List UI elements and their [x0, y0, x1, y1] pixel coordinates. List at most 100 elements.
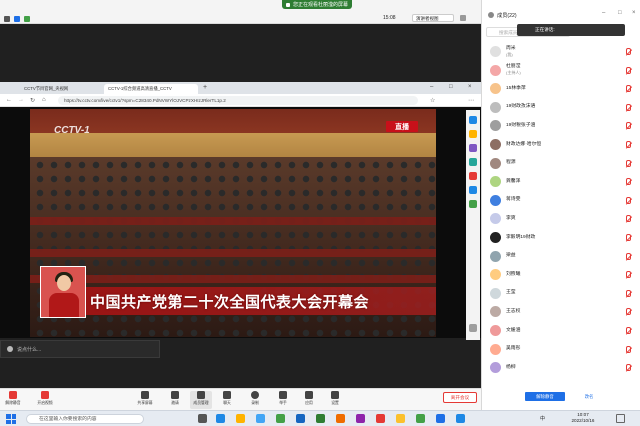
new-tab-button[interactable]: + — [203, 84, 207, 91]
back-icon[interactable]: ← — [6, 97, 12, 103]
member-row[interactable]: 王志权 — [482, 302, 640, 321]
panel-close-icon[interactable]: × — [632, 10, 636, 16]
panel-popout-icon[interactable]: □ — [618, 10, 622, 16]
file-explorer-icon[interactable] — [236, 414, 245, 423]
url-input[interactable]: https://tv.cctv.com/live/cctv1/?spm=C283… — [58, 96, 418, 105]
muted-microphone-icon[interactable] — [626, 308, 631, 316]
minimize-icon[interactable]: – — [430, 84, 433, 90]
notification-icon[interactable] — [616, 414, 625, 423]
start-video-button[interactable]: 开启视频 — [34, 391, 56, 409]
taskbar-clock[interactable]: 10:07 2022/10/16 — [564, 412, 602, 424]
favorites-icon[interactable]: ☆ — [430, 97, 435, 104]
member-row[interactable]: 王莹 — [482, 284, 640, 303]
muted-microphone-icon[interactable] — [626, 271, 631, 279]
invite-button[interactable]: 邀请 — [164, 391, 186, 409]
tab-cctv-home[interactable]: CCTV节目官网_央视网 — [20, 84, 100, 94]
powerpoint-icon[interactable] — [336, 414, 345, 423]
fullscreen-icon[interactable] — [460, 15, 466, 21]
search-icon[interactable] — [469, 116, 477, 124]
leave-meeting-button[interactable]: 离开会议 — [443, 392, 477, 403]
view-mode-button[interactable]: 演讲者视图 — [412, 14, 454, 22]
add-icon[interactable] — [469, 200, 477, 208]
chrome-icon[interactable] — [416, 414, 425, 423]
member-row[interactable]: 15林季萍 — [482, 79, 640, 98]
live-video-frame[interactable]: CCTV-1 直播 中国共产党第二十次全国代表大会开幕会 — [30, 109, 436, 337]
members-button[interactable]: 成员管理 — [190, 391, 212, 409]
chat-button[interactable]: 聊天 — [216, 391, 238, 409]
muted-microphone-icon[interactable] — [626, 215, 631, 223]
office-icon[interactable] — [469, 172, 477, 180]
apps-button[interactable]: 应用 — [298, 391, 320, 409]
settings-button[interactable]: 设置 — [324, 391, 346, 409]
tools-icon[interactable] — [469, 144, 477, 152]
word-icon[interactable] — [296, 414, 305, 423]
share-screen-button[interactable]: 共享屏幕 — [134, 391, 156, 409]
panel-minimize-icon[interactable]: – — [602, 10, 605, 16]
excel-icon[interactable] — [316, 414, 325, 423]
app-icon[interactable] — [456, 414, 465, 423]
muted-microphone-icon[interactable] — [626, 122, 631, 130]
member-row[interactable]: 19财政孜沫语 — [482, 98, 640, 117]
muted-microphone-icon[interactable] — [626, 196, 631, 204]
forward-icon[interactable]: → — [18, 97, 24, 103]
refresh-icon[interactable]: ↻ — [30, 97, 35, 104]
member-row[interactable]: 李爽 — [482, 209, 640, 228]
member-name: 蒋诗雯 — [506, 197, 521, 203]
store-icon[interactable] — [256, 414, 265, 423]
tab-cctv1-live[interactable]: CCTV-1综合频道高清直播_CCTV — [104, 84, 198, 94]
muted-microphone-icon[interactable] — [626, 364, 631, 372]
info-icon[interactable] — [14, 16, 20, 22]
member-row[interactable]: 杜丽滢 (主持人) — [482, 61, 640, 80]
member-row[interactable]: 李毅明19财政 — [482, 228, 640, 247]
wechat-icon[interactable] — [276, 414, 285, 423]
start-button[interactable] — [6, 414, 16, 424]
app-icon[interactable] — [376, 414, 385, 423]
member-row[interactable]: 周米 (我) — [482, 42, 640, 61]
games-icon[interactable] — [469, 158, 477, 166]
edge-icon[interactable] — [216, 414, 225, 423]
member-row[interactable]: 刘煦曦 — [482, 265, 640, 284]
member-row[interactable]: 蒋诗雯 — [482, 191, 640, 210]
muted-microphone-icon[interactable] — [626, 289, 631, 297]
member-row[interactable]: 杨柳 — [482, 358, 640, 377]
ime-indicator[interactable]: 中 — [540, 415, 545, 422]
app-icon[interactable] — [356, 414, 365, 423]
member-row[interactable]: 程源 — [482, 154, 640, 173]
muted-microphone-icon[interactable] — [626, 327, 631, 334]
app-icon[interactable] — [396, 414, 405, 423]
menu-icon[interactable]: ⋯ — [468, 97, 474, 104]
raise-hand-button[interactable]: 举手 — [272, 391, 294, 409]
muted-microphone-icon[interactable] — [626, 345, 631, 353]
record-button[interactable]: 录制 — [244, 391, 266, 409]
shopping-icon[interactable] — [469, 130, 477, 138]
muted-microphone-icon[interactable] — [626, 252, 631, 260]
muted-microphone-icon[interactable] — [626, 234, 631, 241]
task-view-icon[interactable] — [198, 414, 207, 423]
member-name: 李爽 — [506, 215, 516, 221]
rename-button[interactable]: 改名 — [578, 392, 600, 401]
muted-microphone-icon[interactable] — [626, 66, 631, 74]
chat-input[interactable]: 说点什么... — [0, 340, 160, 358]
member-row[interactable]: 梁益 — [482, 247, 640, 266]
muted-microphone-icon[interactable] — [626, 48, 631, 55]
member-row[interactable]: 19财税张子涵 — [482, 116, 640, 135]
outlook-icon[interactable] — [469, 186, 477, 194]
muted-microphone-icon[interactable] — [626, 141, 631, 148]
member-row[interactable]: 龚馨泽 — [482, 172, 640, 191]
member-row[interactable]: 文媛涵 — [482, 321, 640, 340]
muted-microphone-icon[interactable] — [626, 103, 631, 111]
unmute-all-button[interactable]: 解除静音 — [525, 392, 565, 401]
close-icon[interactable]: × — [468, 84, 472, 90]
taskbar-search-input[interactable]: 在这里输入你要搜索的内容 — [26, 414, 144, 424]
maximize-icon[interactable]: □ — [449, 84, 453, 90]
sidebar-settings-icon[interactable] — [469, 324, 477, 332]
tencent-meeting-icon[interactable] — [436, 414, 445, 423]
muted-microphone-icon[interactable] — [626, 178, 631, 186]
muted-microphone-icon[interactable] — [626, 85, 631, 93]
member-row[interactable]: 吴雨彤 — [482, 340, 640, 359]
muted-microphone-icon[interactable] — [626, 159, 631, 167]
member-row[interactable]: 财政达娜·哈尔恒 — [482, 135, 640, 154]
home-icon[interactable]: ⌂ — [42, 97, 46, 103]
unmute-button[interactable]: 解除静音 — [2, 391, 24, 409]
settings-icon[interactable] — [4, 16, 10, 22]
